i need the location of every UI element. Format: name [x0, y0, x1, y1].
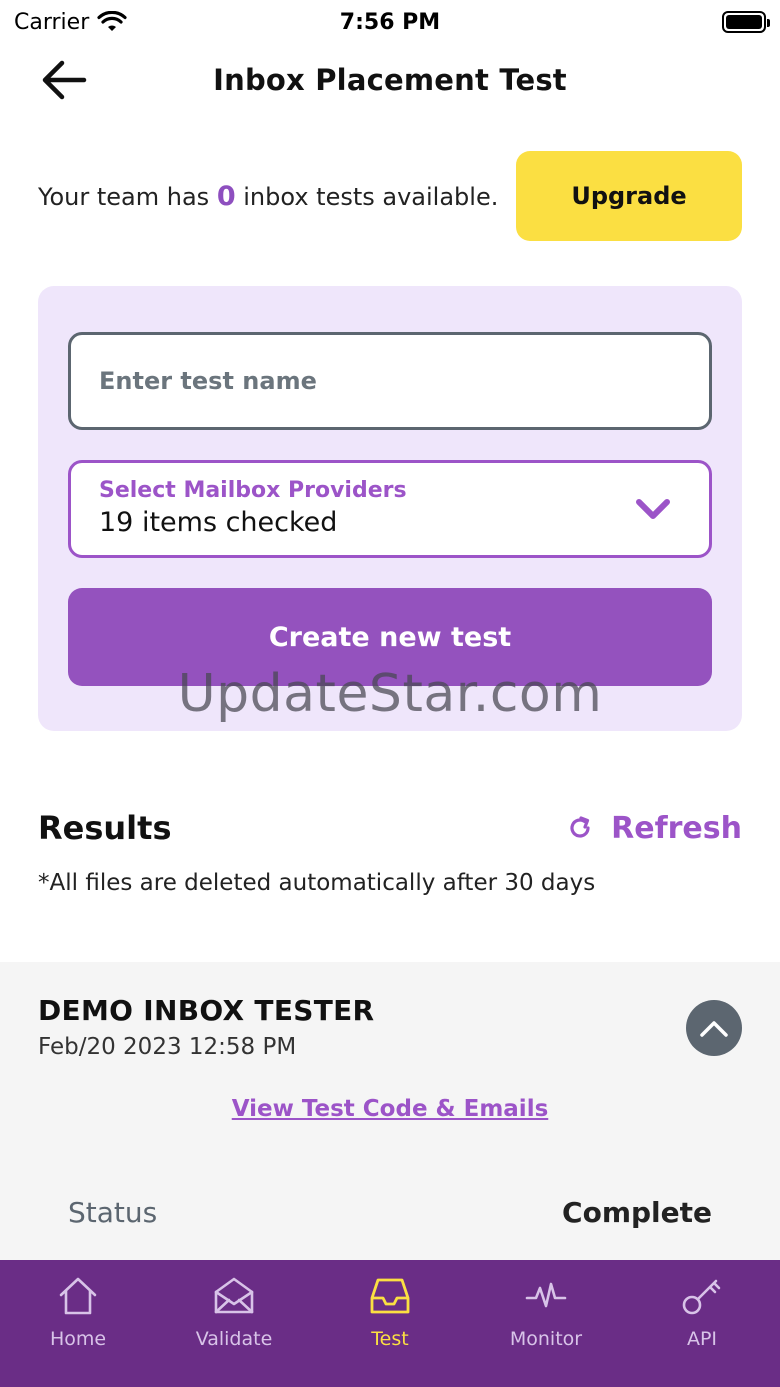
status-time: 7:56 PM: [339, 9, 441, 35]
home-icon: [59, 1277, 97, 1315]
status-value: Complete: [562, 1196, 712, 1229]
results-note: *All files are deleted automatically aft…: [38, 870, 596, 896]
view-test-code-link[interactable]: View Test Code & Emails: [0, 1096, 780, 1122]
test-date: Feb/20 2023 12:58 PM: [38, 1034, 297, 1060]
inbox-tray-icon: [370, 1278, 410, 1314]
test-name-input[interactable]: [68, 332, 712, 430]
credits-text: Your team has 0 inbox tests available.: [38, 181, 498, 212]
tab-api-label: API: [686, 1328, 718, 1350]
create-test-card: Select Mailbox Providers 19 items checke…: [38, 286, 742, 731]
tab-home-label: Home: [49, 1328, 107, 1350]
collapse-button[interactable]: [686, 1000, 742, 1056]
tab-home[interactable]: Home: [0, 1260, 156, 1387]
key-icon: [682, 1279, 721, 1315]
refresh-icon: [570, 816, 590, 838]
chevron-up-icon: [700, 1021, 728, 1037]
status-label: Status: [68, 1196, 158, 1229]
nav-header: Inbox Placement Test: [0, 44, 780, 116]
providers-label: Select Mailbox Providers: [99, 478, 407, 503]
credits-suffix: inbox tests available.: [243, 182, 499, 211]
pulse-icon: [525, 1282, 567, 1308]
refresh-label: Refresh: [611, 810, 742, 846]
refresh-button[interactable]: Refresh: [567, 811, 742, 846]
tab-validate[interactable]: Validate: [156, 1260, 312, 1387]
chevron-down-icon: [636, 499, 670, 519]
battery-level: [726, 15, 762, 29]
upgrade-button[interactable]: Upgrade: [516, 151, 742, 241]
results-header: Results Refresh: [38, 800, 742, 856]
providers-value: 19 items checked: [99, 507, 338, 538]
tab-api[interactable]: API: [624, 1260, 780, 1387]
create-test-button[interactable]: Create new test: [68, 588, 712, 686]
tab-monitor-label: Monitor: [509, 1328, 583, 1350]
tab-monitor[interactable]: Monitor: [468, 1260, 624, 1387]
battery-icon: [722, 11, 770, 33]
tab-validate-label: Validate: [195, 1328, 273, 1350]
tab-test[interactable]: Test: [312, 1260, 468, 1387]
envelope-open-icon: [214, 1277, 254, 1314]
results-title: Results: [38, 809, 172, 847]
credits-row: Your team has 0 inbox tests available. U…: [38, 150, 742, 242]
status-bar: Carrier 7:56 PM: [0, 0, 780, 44]
arrow-left-icon: [42, 60, 87, 100]
back-button[interactable]: [38, 56, 90, 104]
credits-prefix: Your team has: [38, 182, 210, 211]
page-title: Inbox Placement Test: [213, 63, 567, 97]
mailbox-providers-select[interactable]: Select Mailbox Providers 19 items checke…: [68, 460, 712, 558]
bottom-tab-bar: Home Validate Test Monitor API: [0, 1260, 780, 1387]
test-result-card: DEMO INBOX TESTER Feb/20 2023 12:58 PM V…: [0, 962, 780, 1262]
tab-test-label: Test: [371, 1328, 409, 1350]
credits-count: 0: [216, 180, 236, 212]
test-name: DEMO INBOX TESTER: [38, 994, 375, 1027]
